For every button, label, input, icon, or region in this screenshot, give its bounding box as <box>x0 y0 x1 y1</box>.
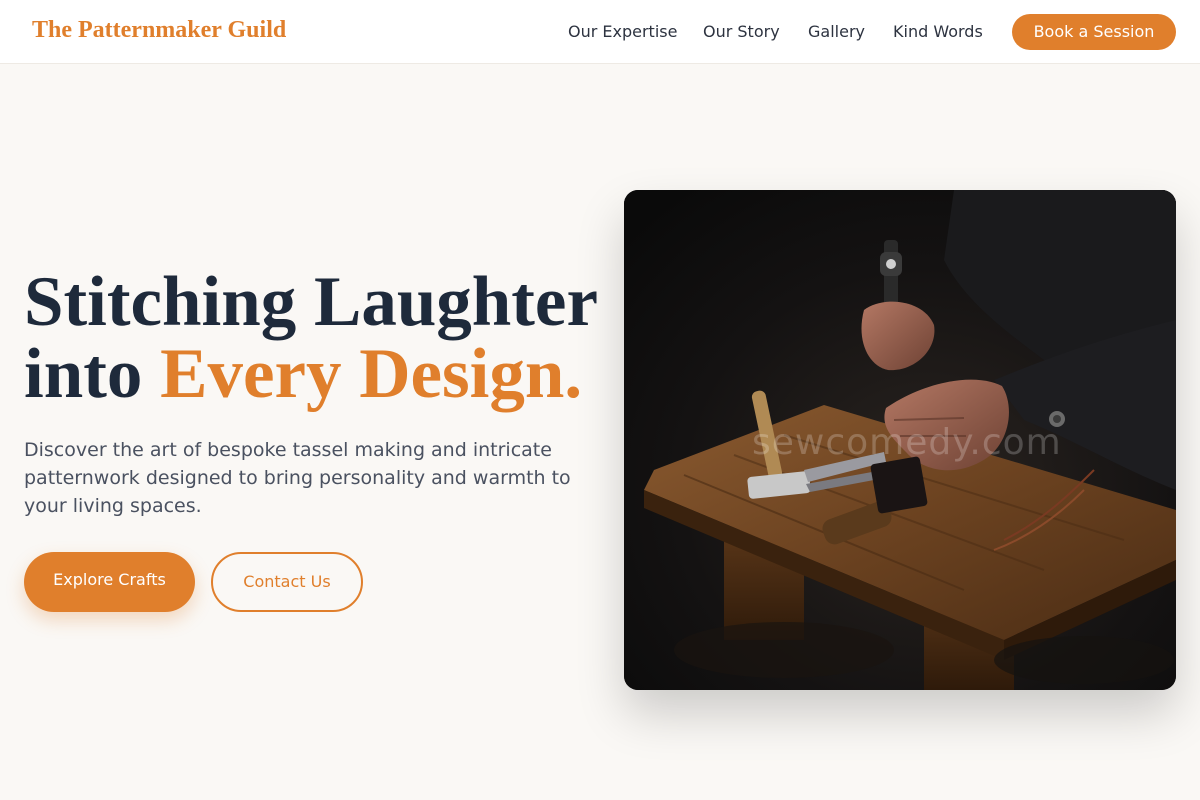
image-watermark: sewcomedy.com <box>752 422 1062 463</box>
explore-crafts-button[interactable]: Explore Crafts <box>24 552 195 612</box>
hero-title-line-1: Stitching Laughter <box>24 263 598 341</box>
hero-title-line-2: into Every Design. <box>24 338 604 410</box>
contact-us-button[interactable]: Contact Us <box>211 552 363 612</box>
hero-image: sewcomedy.com <box>624 190 1176 690</box>
hero-title: Stitching Laughter into Every Design. <box>24 266 604 410</box>
book-session-button[interactable]: Book a Session <box>1012 14 1176 50</box>
site-header: The Patternmaker Guild Our Expertise Our… <box>0 0 1200 64</box>
hero-title-accent: Every Design. <box>160 335 583 413</box>
nav-link-gallery[interactable]: Gallery <box>808 22 865 41</box>
hero-title-prefix: into <box>24 335 143 413</box>
brand-logo[interactable]: The Patternmaker Guild <box>32 17 286 44</box>
hero-description: Discover the art of bespoke tassel makin… <box>24 439 571 517</box>
nav-link-our-story[interactable]: Our Story <box>703 22 780 41</box>
nav-link-kind-words[interactable]: Kind Words <box>893 22 983 41</box>
nav-link-our-expertise[interactable]: Our Expertise <box>568 22 677 41</box>
